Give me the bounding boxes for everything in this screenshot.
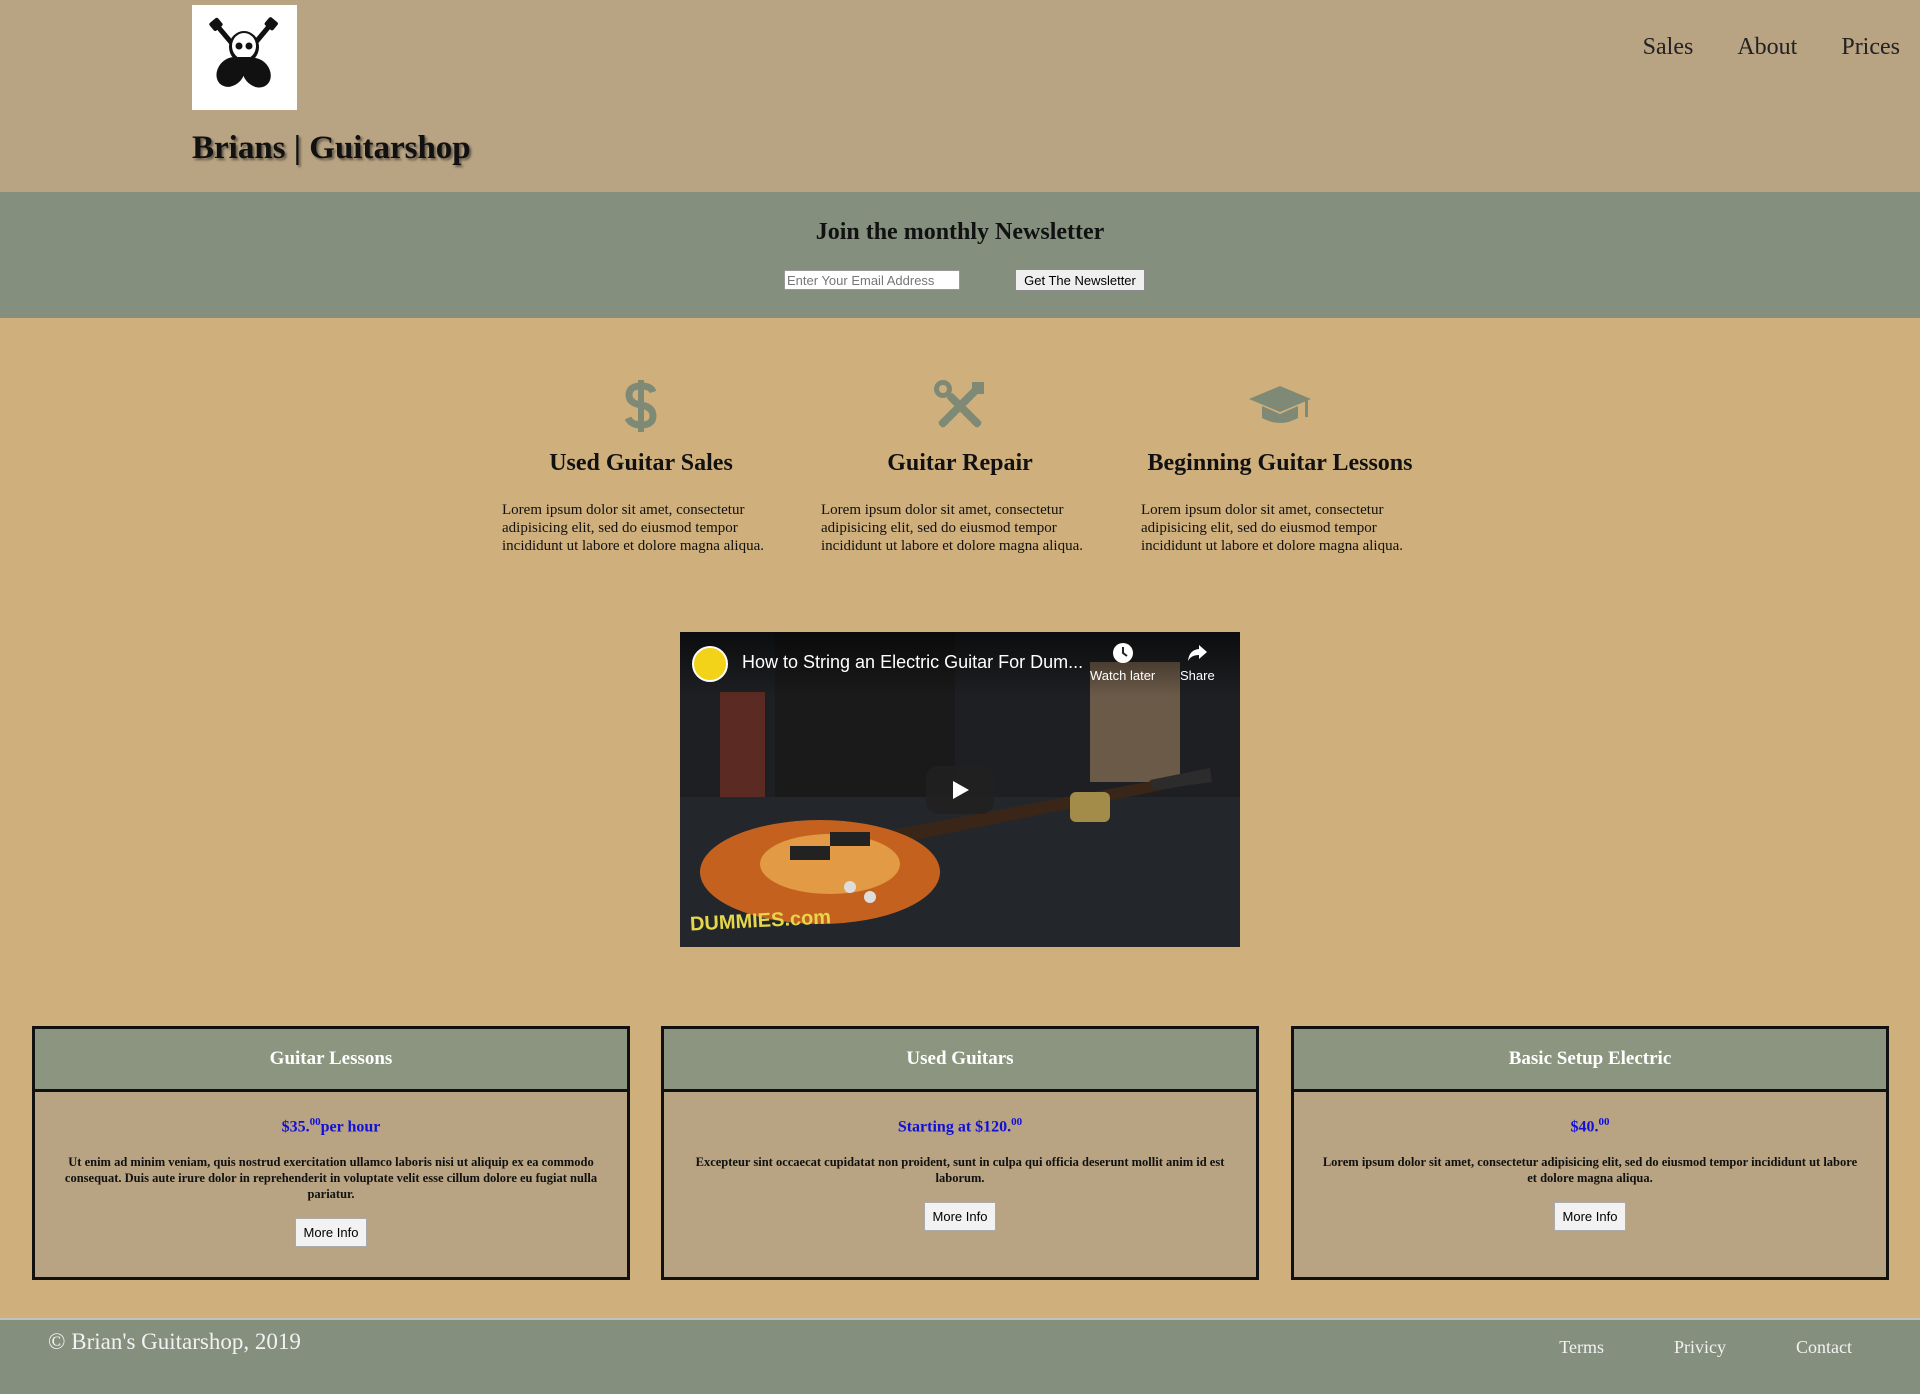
service-title: Used Guitar Sales xyxy=(549,450,733,476)
card-description: Excepteur sint occaecat cupidatat non pr… xyxy=(695,1155,1225,1186)
main-nav: Sales About Prices xyxy=(1643,34,1900,61)
video-embed[interactable]: How to String an Electric Guitar For Dum… xyxy=(680,632,1240,947)
newsletter-button[interactable]: Get The Newsletter xyxy=(1015,269,1145,291)
play-icon xyxy=(953,781,969,799)
more-info-button[interactable]: More Info xyxy=(295,1218,367,1248)
service-text: Lorem ipsum dolor sit amet, consectetur … xyxy=(1141,502,1404,554)
price-card-basic-setup: Basic Setup Electric $40.00 Lorem ipsum … xyxy=(1291,1026,1889,1280)
copyright: © Brian's Guitarshop, 2019 xyxy=(48,1329,301,1354)
service-guitar-repair: Guitar Repair Lorem ipsum dolor sit amet… xyxy=(815,378,1105,555)
nav-about[interactable]: About xyxy=(1737,34,1797,61)
tools-icon xyxy=(815,378,1105,434)
service-title: Guitar Repair xyxy=(887,450,1033,476)
newsletter-title: Join the monthly Newsletter xyxy=(815,219,1105,245)
play-button[interactable] xyxy=(926,766,994,814)
graduation-cap-icon xyxy=(1135,378,1425,434)
card-description: Lorem ipsum dolor sit amet, consectetur … xyxy=(1322,1155,1858,1186)
card-price: Starting at $120.00 xyxy=(664,1116,1256,1136)
nav-prices[interactable]: Prices xyxy=(1841,34,1900,61)
skull-crossed-guitars-icon xyxy=(209,17,278,88)
footer-link-privacy[interactable]: Privicy xyxy=(1674,1337,1726,1358)
price-card-guitar-lessons: Guitar Lessons $35.00per hour Ut enim ad… xyxy=(32,1026,630,1280)
card-title: Basic Setup Electric xyxy=(1294,1029,1886,1092)
service-used-guitar-sales: Used Guitar Sales Lorem ipsum dolor sit … xyxy=(496,378,786,555)
price-amount: $40. xyxy=(1570,1118,1599,1136)
card-price: $40.00 xyxy=(1294,1116,1886,1136)
service-text: Lorem ipsum dolor sit amet, consectetur … xyxy=(821,502,1084,554)
card-title: Guitar Lessons xyxy=(35,1029,627,1092)
card-title: Used Guitars xyxy=(664,1029,1256,1092)
price-amount: Starting at $120. xyxy=(897,1118,1012,1136)
video-title[interactable]: How to String an Electric Guitar For Dum… xyxy=(742,652,1083,673)
clock-icon xyxy=(1112,643,1133,663)
card-price: $35.00per hour xyxy=(35,1116,627,1136)
site-footer: © Brian's Guitarshop, 2019 Terms Privicy… xyxy=(0,1318,1920,1394)
price-cents: 00 xyxy=(1598,1116,1610,1128)
footer-link-contact[interactable]: Contact xyxy=(1796,1337,1852,1358)
channel-avatar[interactable] xyxy=(692,646,728,682)
newsletter-section: Join the monthly Newsletter Get The News… xyxy=(0,192,1920,318)
email-input[interactable] xyxy=(784,270,960,290)
brand-title: Brians | Guitarshop xyxy=(192,130,471,166)
nav-sales[interactable]: Sales xyxy=(1643,34,1694,61)
price-amount: $35. xyxy=(281,1118,310,1136)
price-cents: 00 xyxy=(309,1116,321,1128)
site-header: Brians | Guitarshop Sales About Prices xyxy=(0,0,1920,192)
service-text: Lorem ipsum dolor sit amet, consectetur … xyxy=(502,502,765,554)
share-icon xyxy=(1188,645,1208,661)
price-card-used-guitars: Used Guitars Starting at $120.00 Excepte… xyxy=(661,1026,1259,1280)
card-description: Ut enim ad minim veniam, quis nostrud ex… xyxy=(64,1155,598,1202)
footer-link-terms[interactable]: Terms xyxy=(1559,1337,1604,1358)
share-label: Share xyxy=(1180,668,1215,683)
services-section: Used Guitar Sales Lorem ipsum dolor sit … xyxy=(0,318,1920,652)
watch-later-label: Watch later xyxy=(1090,668,1156,683)
service-title: Beginning Guitar Lessons xyxy=(1147,450,1413,476)
share-button[interactable]: Share xyxy=(1180,642,1215,683)
price-cents: 00 xyxy=(1011,1116,1023,1128)
dollar-icon xyxy=(496,378,786,434)
logo[interactable] xyxy=(192,5,297,110)
more-info-button[interactable]: More Info xyxy=(924,1202,996,1232)
price-suffix: per hour xyxy=(320,1118,381,1136)
more-info-button[interactable]: More Info xyxy=(1554,1202,1626,1232)
footer-links: Terms Privicy Contact xyxy=(1559,1337,1852,1358)
watch-later-button[interactable]: Watch later xyxy=(1090,642,1155,683)
service-guitar-lessons: Beginning Guitar Lessons Lorem ipsum dol… xyxy=(1135,378,1425,555)
